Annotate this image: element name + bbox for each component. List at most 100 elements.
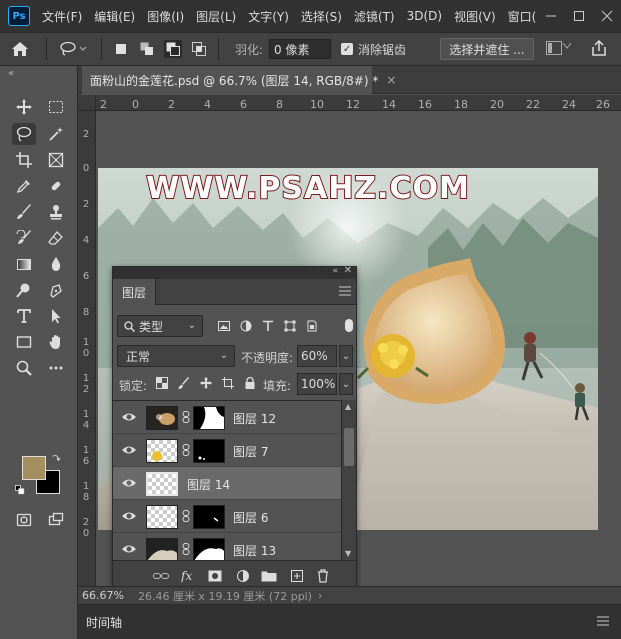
link-layers-icon[interactable]: [153, 568, 169, 584]
crop-tool-icon[interactable]: [12, 149, 36, 171]
layer-row[interactable]: 图层 7: [113, 434, 341, 467]
layer-name[interactable]: 图层 14: [187, 476, 230, 493]
menu-filter[interactable]: 滤镜(T): [354, 8, 395, 25]
add-to-selection-icon[interactable]: [138, 40, 156, 58]
layer-name[interactable]: 图层 7: [233, 443, 268, 460]
layer-row[interactable]: 图层 12: [113, 401, 341, 434]
lock-position-icon[interactable]: [199, 376, 213, 390]
layer-style-fx-icon[interactable]: fx: [181, 568, 197, 584]
dodge-tool-icon[interactable]: [12, 279, 36, 301]
antialias-checkbox[interactable]: ✓ 消除锯齿: [341, 41, 406, 58]
screen-mode-icon[interactable]: [44, 509, 68, 531]
pen-tool-icon[interactable]: [44, 279, 68, 301]
new-layer-icon[interactable]: [289, 568, 305, 584]
eye-icon[interactable]: [121, 542, 137, 556]
dropdown-arrow-icon[interactable]: [563, 43, 571, 49]
eye-icon[interactable]: [121, 509, 137, 523]
minimize-icon[interactable]: [537, 0, 565, 32]
link-icon[interactable]: [181, 543, 191, 555]
new-selection-icon[interactable]: [112, 40, 130, 58]
vertical-ruler[interactable]: 2 0 2 4 6 8 1 0 1 2 1 4 1 6 1 8 2 0: [78, 111, 96, 586]
add-mask-icon[interactable]: [207, 568, 223, 584]
eye-icon[interactable]: [121, 443, 137, 457]
shape-filter-icon[interactable]: [283, 319, 297, 333]
layer-mask-thumbnail[interactable]: [193, 538, 225, 560]
new-group-folder-icon[interactable]: [261, 568, 277, 584]
opacity-input[interactable]: 60%: [297, 345, 337, 367]
filter-type-select[interactable]: 类型 ⌄: [117, 315, 203, 337]
filter-toggle[interactable]: [345, 319, 353, 332]
subtract-from-selection-icon[interactable]: [164, 40, 182, 58]
layer-row[interactable]: 图层 6: [113, 500, 341, 533]
clone-stamp-tool-icon[interactable]: [44, 201, 68, 223]
delete-layer-trash-icon[interactable]: [315, 568, 331, 584]
magic-wand-tool-icon[interactable]: [44, 123, 68, 145]
link-icon[interactable]: [181, 444, 191, 456]
menu-layer[interactable]: 图层(L): [196, 8, 236, 25]
menu-3d[interactable]: 3D(D): [407, 9, 442, 23]
layer-thumbnail[interactable]: [146, 472, 178, 496]
new-adjustment-layer-icon[interactable]: [235, 568, 251, 584]
lasso-tool-icon[interactable]: [12, 123, 36, 145]
zoom-level[interactable]: 66.67%: [82, 589, 124, 602]
menu-select[interactable]: 选择(S): [301, 8, 342, 25]
lock-artboard-icon[interactable]: [221, 376, 235, 390]
healing-brush-tool-icon[interactable]: [44, 175, 68, 197]
intersect-selection-icon[interactable]: [190, 40, 208, 58]
close-icon[interactable]: [593, 0, 621, 32]
blend-mode-select[interactable]: 正常 ⌄: [117, 345, 235, 367]
select-and-mask-button[interactable]: 选择并遮住 ...: [440, 38, 534, 60]
panel-menu-icon[interactable]: [597, 615, 609, 630]
close-icon[interactable]: ✕: [344, 265, 352, 276]
menu-type[interactable]: 文字(Y): [248, 8, 289, 25]
menu-window[interactable]: 窗口(: [508, 8, 537, 25]
fill-dropdown-button[interactable]: ⌄: [339, 373, 353, 395]
foreground-color-swatch[interactable]: [22, 456, 46, 480]
layer-mask-thumbnail[interactable]: [193, 439, 225, 463]
marquee-tool-icon[interactable]: [44, 96, 68, 118]
more-tools-icon[interactable]: [44, 357, 68, 379]
layer-name[interactable]: 图层 13: [233, 542, 276, 559]
panel-titlebar[interactable]: « ✕: [113, 265, 356, 279]
frame-tool-icon[interactable]: [44, 149, 68, 171]
collapse-icon[interactable]: «: [332, 266, 338, 276]
zoom-tool-icon[interactable]: [12, 357, 36, 379]
menu-image[interactable]: 图像(I): [147, 8, 184, 25]
hand-tool-icon[interactable]: [44, 331, 68, 353]
scroll-up-icon[interactable]: ▲: [345, 402, 351, 411]
type-tool-icon[interactable]: [12, 305, 36, 327]
panel-layout-icon[interactable]: [546, 41, 562, 55]
lock-all-icon[interactable]: [243, 376, 257, 390]
rectangle-tool-icon[interactable]: [12, 331, 36, 353]
quick-mask-icon[interactable]: [12, 509, 36, 531]
layer-thumbnail[interactable]: [146, 439, 178, 463]
layer-mask-thumbnail[interactable]: [193, 406, 225, 430]
tab-layers[interactable]: 图层: [113, 279, 157, 305]
path-selection-tool-icon[interactable]: [44, 305, 68, 327]
layer-thumbnail[interactable]: [146, 505, 178, 529]
layer-mask-thumbnail[interactable]: [193, 505, 225, 529]
layer-thumbnail[interactable]: [146, 406, 178, 430]
menu-edit[interactable]: 编辑(E): [94, 8, 135, 25]
opacity-dropdown-button[interactable]: ⌄: [339, 345, 353, 367]
lock-transparent-pixels-icon[interactable]: [155, 376, 169, 390]
menu-file[interactable]: 文件(F): [42, 8, 82, 25]
link-icon[interactable]: [181, 411, 191, 423]
eye-icon[interactable]: [121, 410, 137, 424]
eyedropper-tool-icon[interactable]: [12, 175, 36, 197]
scroll-down-icon[interactable]: ▼: [345, 549, 351, 558]
pixel-filter-icon[interactable]: [217, 319, 231, 333]
lasso-tool-preset-icon[interactable]: [53, 41, 95, 57]
chevron-right-icon[interactable]: ›: [318, 589, 322, 602]
maximize-icon[interactable]: [565, 0, 593, 32]
default-colors-icon[interactable]: [14, 484, 26, 496]
document-tab[interactable]: 面粉山的金莲花.psd @ 66.7% (图层 14, RGB/8#) * ×: [82, 66, 396, 94]
eraser-tool-icon[interactable]: [44, 227, 68, 249]
layer-thumbnail[interactable]: [146, 538, 178, 560]
adjustment-filter-icon[interactable]: [239, 319, 253, 333]
smart-object-filter-icon[interactable]: [305, 319, 319, 333]
lock-image-pixels-icon[interactable]: [177, 376, 191, 390]
tab-timeline[interactable]: 时间轴: [86, 614, 122, 631]
layer-name[interactable]: 图层 6: [233, 509, 268, 526]
collapse-icon[interactable]: «: [8, 68, 14, 79]
